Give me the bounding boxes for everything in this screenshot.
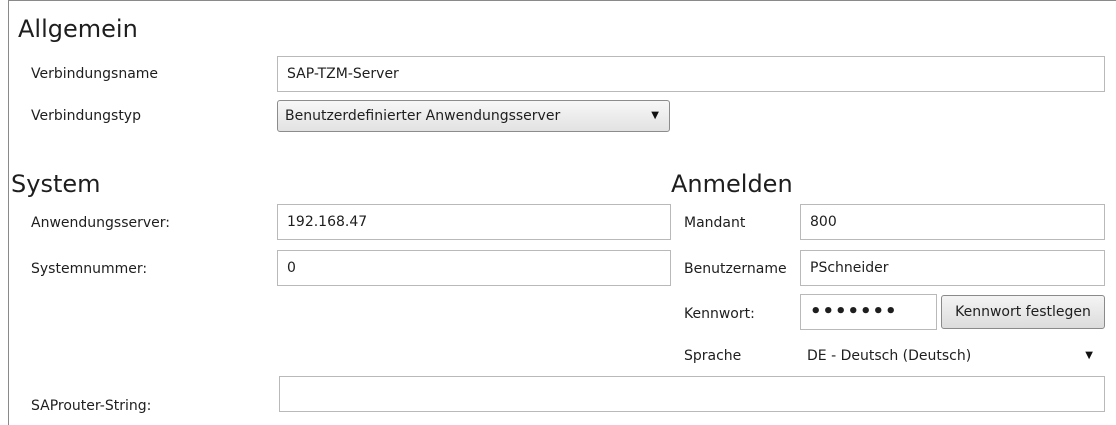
system-number-label: Systemnummer: [31,261,148,277]
chevron-down-icon: ▼ [651,110,659,121]
connection-type-label: Verbindungstyp [31,108,141,124]
chevron-down-icon: ▼ [1085,350,1093,361]
client-label: Mandant [684,215,746,231]
section-title-general: Allgemein [18,15,138,43]
client-field[interactable]: 800 [800,204,1105,240]
username-field[interactable]: PSchneider [800,250,1105,286]
language-dropdown[interactable]: DE - Deutsch (Deutsch) ▼ [800,340,1105,372]
section-title-login: Anmelden [671,170,793,198]
connection-type-dropdown[interactable]: Benutzerdefinierter Anwendungsserver ▼ [277,100,670,132]
language-value: DE - Deutsch (Deutsch) [807,348,972,364]
username-label: Benutzername [684,261,787,277]
password-field[interactable]: ••••••• [800,294,937,330]
app-server-field[interactable]: 192.168.47 [277,204,671,240]
saprouter-label: SAProuter-String: [31,398,152,414]
language-label: Sprache [684,348,742,364]
connection-name-label: Verbindungsname [31,66,159,82]
app-server-label: Anwendungsserver: [31,215,170,231]
connection-type-value: Benutzerdefinierter Anwendungsserver [285,108,561,124]
connection-settings-panel: Allgemein Verbindungsname SAP-TZM-Server… [8,0,1116,425]
saprouter-field[interactable] [279,376,1105,412]
password-label: Kennwort: [684,306,755,322]
system-number-field[interactable]: 0 [277,250,671,286]
set-password-button[interactable]: Kennwort festlegen [941,295,1105,329]
connection-name-field[interactable]: SAP-TZM-Server [277,56,1105,92]
section-title-system: System [11,170,101,198]
